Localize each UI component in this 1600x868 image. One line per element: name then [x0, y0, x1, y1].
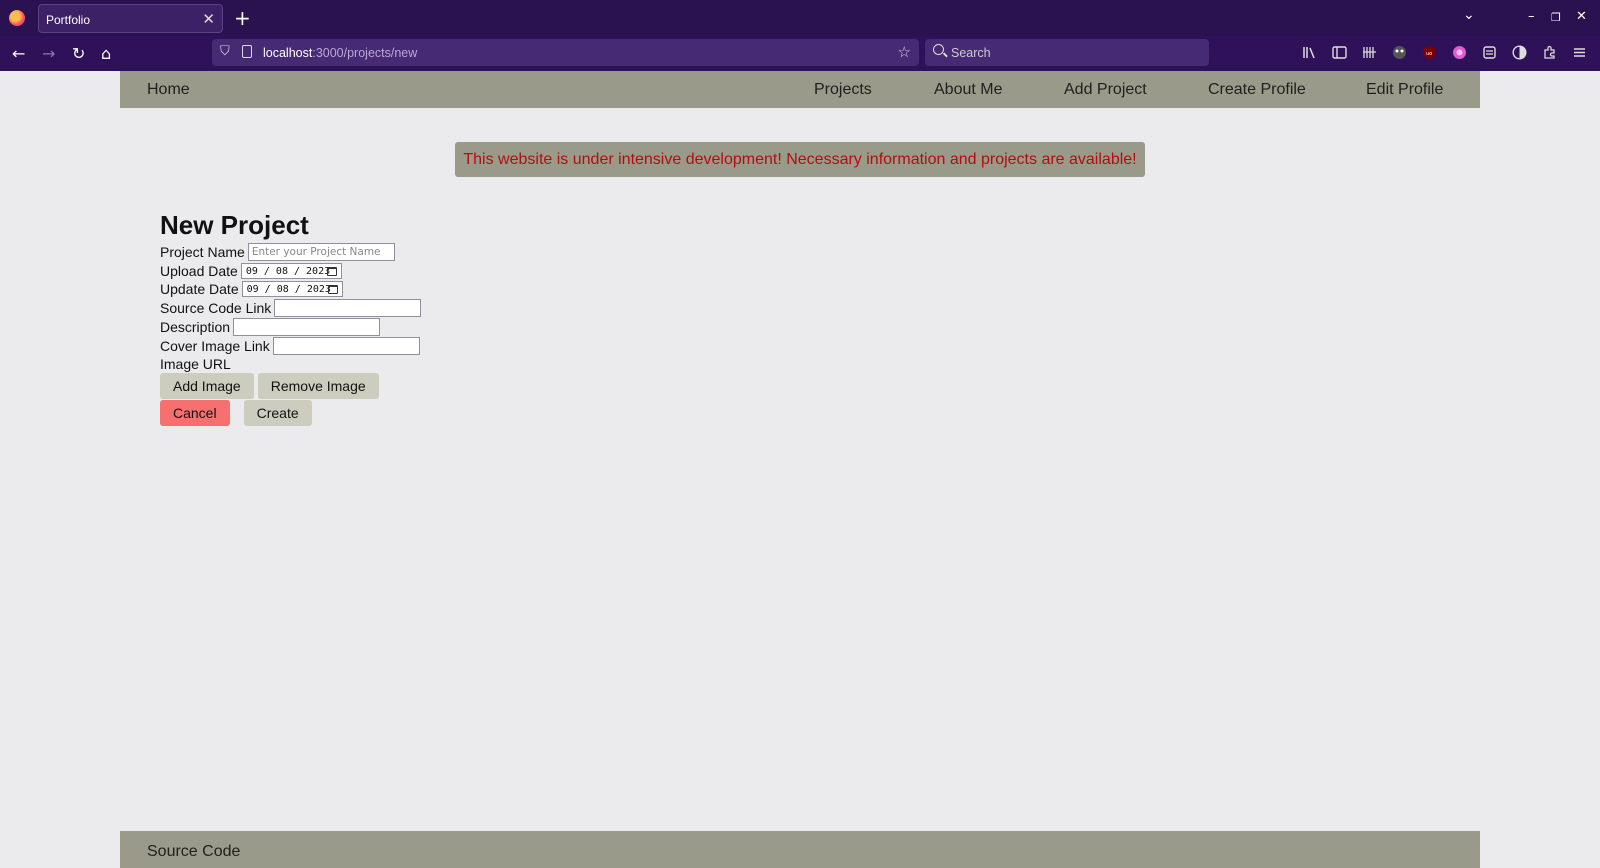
firefox-logo-icon[interactable]	[9, 10, 25, 26]
source-code-link[interactable]: Source Code	[147, 843, 240, 861]
reload-icon[interactable]: ↻	[72, 44, 85, 63]
nav-projects[interactable]: Projects	[814, 81, 872, 99]
add-image-button[interactable]: Add Image	[160, 373, 254, 399]
restore-icon[interactable]: ❐	[1551, 11, 1561, 24]
forward-icon[interactable]: →	[42, 44, 55, 63]
close-window-icon[interactable]: ✕	[1576, 9, 1587, 24]
home-icon[interactable]: ⌂	[101, 44, 111, 63]
cover-image-link-label: Cover Image Link	[160, 337, 270, 354]
search-placeholder: Search	[951, 46, 991, 60]
remove-image-button[interactable]: Remove Image	[257, 373, 379, 399]
search-icon	[933, 44, 944, 55]
source-code-link-label: Source Code Link	[160, 299, 272, 316]
site-navbar: Home Projects About Me Add Project Creat…	[120, 71, 1480, 108]
page-title: New Project	[160, 210, 309, 240]
privacy-icon[interactable]	[1512, 45, 1527, 60]
update-date-input[interactable]: 09 / 08 / 2023	[241, 281, 343, 297]
url-bar[interactable]: ⛉ localhost:3000/projects/new ☆	[212, 39, 919, 66]
new-project-form: New Project Project Name Upload Date 09 …	[160, 210, 422, 426]
library-icon[interactable]	[1302, 45, 1317, 60]
browser-tab-bar: Portfolio ✕ + ⌄ – ❐ ✕	[0, 0, 1600, 36]
site-footer: Source Code	[120, 831, 1480, 868]
upload-date-value: 09 / 08 / 2023	[245, 266, 331, 277]
extension-pink-icon[interactable]	[1452, 45, 1467, 60]
browser-toolbar: ← → ↻ ⌂ ⛉ localhost:3000/projects/new ☆ …	[0, 36, 1600, 71]
sidebar-icon[interactable]	[1332, 45, 1347, 60]
development-notice-banner: This website is under intensive developm…	[455, 142, 1145, 177]
url-text[interactable]: localhost:3000/projects/new	[263, 46, 417, 60]
nav-home[interactable]: Home	[147, 81, 190, 99]
menu-hamburger-icon[interactable]	[1572, 45, 1587, 60]
extension-mask-icon[interactable]	[1392, 45, 1407, 60]
cancel-button[interactable]: Cancel	[160, 400, 230, 426]
nav-edit-profile[interactable]: Edit Profile	[1366, 81, 1443, 99]
new-tab-icon[interactable]: +	[234, 6, 251, 30]
description-input[interactable]	[233, 317, 381, 336]
page-info-icon[interactable]	[242, 45, 252, 58]
calendar-icon[interactable]	[327, 285, 338, 294]
ublock-icon[interactable]: uo	[1422, 45, 1437, 60]
back-icon[interactable]: ←	[12, 44, 25, 63]
tab-portfolio[interactable]: Portfolio ✕	[38, 4, 223, 33]
tab-title: Portfolio	[46, 13, 91, 27]
upload-date-label: Upload Date	[160, 263, 238, 279]
source-code-link-input[interactable]	[274, 298, 422, 317]
update-date-value: 09 / 08 / 2023	[246, 284, 331, 295]
minimize-icon[interactable]: –	[1528, 9, 1535, 24]
shield-icon[interactable]: ⛉	[220, 44, 230, 59]
cover-image-link-input[interactable]	[272, 336, 420, 355]
bookmark-star-icon[interactable]: ☆	[898, 43, 911, 61]
nav-add-project[interactable]: Add Project	[1064, 81, 1147, 99]
svg-text:uo: uo	[1426, 51, 1432, 57]
project-name-label: Project Name	[160, 244, 245, 260]
reader-icon[interactable]	[1482, 45, 1497, 60]
list-tabs-icon[interactable]: ⌄	[1463, 7, 1475, 23]
extensions-puzzle-icon[interactable]	[1542, 45, 1557, 60]
search-input[interactable]: Search	[925, 39, 1209, 66]
create-button[interactable]: Create	[243, 400, 312, 426]
image-url-label: Image URL	[160, 355, 231, 372]
update-date-label: Update Date	[160, 281, 239, 297]
nav-create-profile[interactable]: Create Profile	[1208, 81, 1306, 99]
description-label: Description	[160, 318, 231, 335]
upload-date-input[interactable]: 09 / 08 / 2023	[240, 263, 342, 279]
calendar-icon[interactable]	[326, 267, 337, 276]
nav-about-me[interactable]: About Me	[934, 81, 1002, 99]
project-name-input[interactable]	[247, 243, 395, 261]
tab-manager-icon[interactable]	[1362, 45, 1377, 60]
close-tab-icon[interactable]: ✕	[202, 10, 215, 28]
